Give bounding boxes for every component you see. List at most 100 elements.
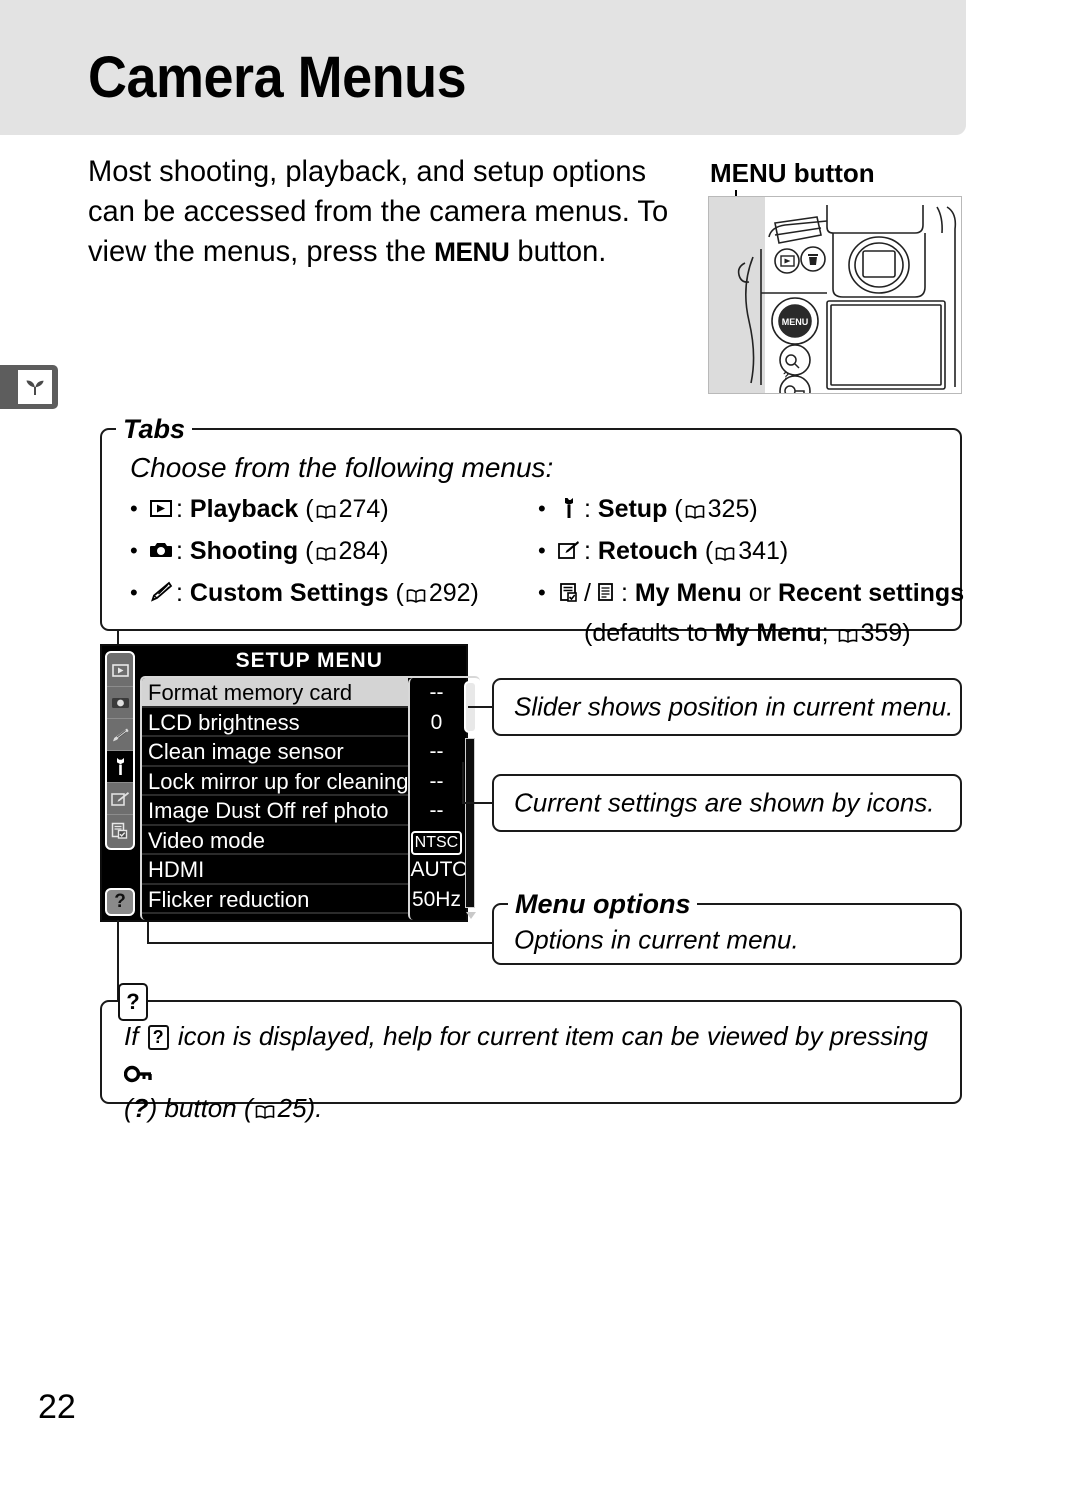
current-settings-callout-box: Current settings are shown by icons.	[492, 774, 962, 832]
lcd-scroll-track[interactable]	[465, 738, 476, 908]
wrench-icon	[554, 492, 584, 524]
help-question-badge: ?	[118, 983, 148, 1021]
help-text-mid: icon is displayed, help for current item…	[170, 1021, 928, 1051]
tabs-default-note-ref: 359	[860, 619, 903, 647]
lcd-menu-body: Format memory card LCD brightness Clean …	[140, 676, 481, 920]
mymenu-icon	[554, 576, 584, 608]
menu-options-leader-horizontal	[147, 942, 494, 944]
help-note-text: If ? icon is displayed, help for current…	[123, 1018, 954, 1128]
tabs-left-column: • : Playback (274) • : Shooting (284) • …	[130, 492, 550, 618]
lcd-help-tab[interactable]: ?	[105, 888, 135, 916]
recent-settings-icon	[591, 576, 621, 608]
help-text-line2-q: ?	[132, 1093, 149, 1123]
lcd-menu-row[interactable]: Lock mirror up for cleaning	[142, 767, 409, 796]
tab-item-label: Retouch	[597, 537, 698, 565]
tab-item-text: : Shooting (284)	[176, 534, 389, 570]
tab-item-label: My Menu	[634, 579, 742, 607]
tabs-default-note-bold: My Menu	[714, 619, 822, 647]
tab-item-text: : Playback (274)	[176, 492, 389, 528]
lcd-menu-value: 50Hz	[411, 887, 461, 911]
intro-line-2: can be accessed from the camera menus. T…	[88, 195, 669, 228]
tab-list-item: • : Custom Settings (292)	[130, 576, 550, 612]
tab-item-page-ref: 292	[428, 579, 471, 607]
intro-paragraph: Most shooting, playback, and setup optio…	[88, 152, 670, 272]
svg-text:?: ?	[783, 371, 789, 382]
video-mode-value: NTSC	[410, 830, 463, 855]
menu-options-box-title: Menu options	[508, 889, 698, 920]
section-side-tab	[0, 365, 58, 409]
lcd-menu-value: --	[429, 769, 444, 793]
lcd-tab-custom-settings[interactable]	[107, 719, 133, 751]
tabs-default-note: (defaults to My Menu; 359)	[538, 616, 958, 652]
lcd-menu-row[interactable]: Image Dust Off ref photo	[142, 796, 409, 826]
tab-item-label: Playback	[189, 495, 299, 523]
book-icon	[715, 536, 735, 570]
lcd-menu-row[interactable]: LCD brightness	[142, 708, 409, 737]
bullet: •	[130, 580, 138, 605]
tab-item-text: : Retouch (341)	[584, 534, 788, 570]
lcd-value-column: -- 0 -- -- -- NTSC AUTO 50Hz	[408, 678, 469, 920]
intro-line-1: Most shooting, playback, and setup optio…	[88, 155, 647, 188]
tab-item-text: : Setup (325)	[584, 492, 758, 528]
help-text-line2-pre: (	[124, 1093, 133, 1123]
lcd-menu-value: 0	[430, 710, 443, 734]
lcd-scrollbar[interactable]	[462, 678, 480, 920]
tab-list-item: • : Retouch (341)	[538, 534, 958, 570]
lcd-tab-retouch[interactable]	[107, 783, 133, 815]
page-number: 22	[38, 1388, 76, 1426]
menu-options-callout-text: Options in current menu.	[514, 924, 799, 955]
tab-item-text: : My Menu or Recent settings	[620, 579, 965, 607]
book-icon	[406, 578, 426, 612]
tabs-default-note-mid: ;	[821, 619, 836, 647]
tab-list-item: • : Setup (325)	[538, 492, 958, 528]
chevron-down-icon	[466, 912, 477, 919]
current-settings-callout-text: Current settings are shown by icons.	[514, 787, 935, 818]
lcd-tab-playback[interactable]	[107, 655, 133, 687]
help-note-box: ? If ? icon is displayed, help for curre…	[100, 983, 962, 1123]
seedling-icon	[18, 370, 52, 404]
lcd-menu-row[interactable]: HDMI	[142, 855, 409, 885]
lcd-tab-setup[interactable]	[107, 751, 133, 783]
menu-button-inline-label: MENU	[434, 237, 510, 267]
lcd-tab-column: ?	[102, 646, 138, 920]
bullet: •	[538, 496, 546, 521]
bullet: •	[538, 580, 546, 605]
question-mark-chip-icon: ?	[147, 1025, 169, 1050]
tab-item-text: : Custom Settings (292)	[176, 576, 479, 612]
intro-line-3-pre: view the menus, press the	[88, 235, 435, 268]
pencil-icon	[146, 576, 176, 608]
lcd-menu-value: --	[429, 799, 444, 822]
lcd-menu-value: --	[429, 681, 444, 704]
tab-item-separator: /	[584, 579, 591, 607]
lcd-menu-value: AUTO	[410, 858, 469, 881]
lcd-menu-value-boxed: NTSC	[410, 826, 463, 856]
intro-line-3: view the menus, press the MENU button.	[88, 232, 670, 272]
help-text-line2-ref: 25	[277, 1093, 307, 1123]
camera-back-illustration: MENU ?	[708, 196, 962, 394]
book-icon	[255, 1092, 275, 1128]
slider-callout-text: Slider shows position in current menu.	[514, 691, 954, 722]
playback-icon	[146, 492, 176, 524]
tab-item-page-ref: 341	[738, 537, 780, 565]
retouch-icon	[554, 534, 584, 566]
tab-item-page-ref: 274	[338, 495, 381, 523]
lcd-tab-shooting[interactable]	[107, 687, 133, 719]
lcd-menu-value: --	[429, 740, 444, 763]
menu-button-figure-label: MENU button	[710, 158, 875, 189]
key-protect-icon	[123, 1057, 154, 1087]
lcd-menu-row[interactable]: Flicker reduction	[142, 885, 409, 914]
bullet: •	[130, 496, 138, 521]
menu-button-figure-label-bold: MENU	[710, 158, 787, 188]
lcd-tab-my-menu[interactable]	[107, 815, 133, 846]
help-text-line2-post: ).	[306, 1093, 323, 1123]
setup-menu-screenshot: ? SETUP MENU Format memory card LCD brig…	[100, 644, 481, 922]
tab-item-label-alt: Recent settings	[777, 579, 965, 607]
book-icon	[316, 536, 336, 570]
icons-callout-leader	[462, 802, 494, 804]
lcd-tab-strip	[105, 651, 135, 850]
tab-item-label: Custom Settings	[189, 579, 389, 607]
lcd-menu-row[interactable]: Format memory card	[142, 678, 409, 708]
lcd-menu-row[interactable]: Video mode	[142, 826, 409, 855]
camera-line-art: MENU ?	[737, 205, 957, 393]
lcd-menu-row[interactable]: Clean image sensor	[142, 737, 409, 767]
